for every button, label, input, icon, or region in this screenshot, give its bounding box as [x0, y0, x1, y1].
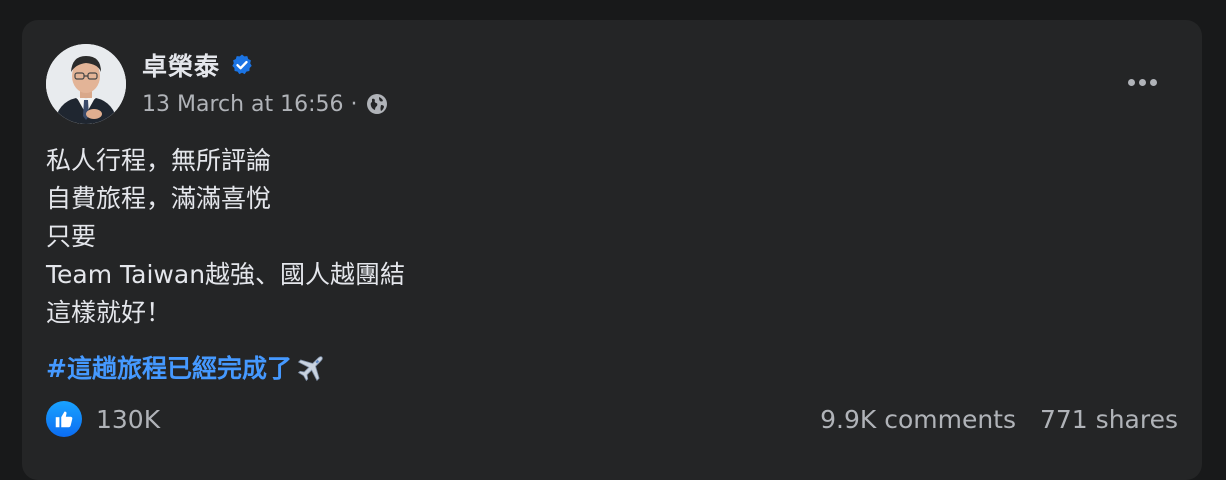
post-line: 這樣就好！	[46, 298, 172, 327]
post-timestamp[interactable]: 13 March at 16:56	[142, 92, 344, 117]
avatar-image	[46, 44, 126, 124]
author-avatar[interactable]	[46, 44, 126, 124]
airplane-icon	[296, 351, 328, 383]
author-name[interactable]: 卓榮泰	[142, 47, 220, 83]
verified-badge-icon	[230, 53, 254, 77]
hashtag-link[interactable]: #這趟旅程已經完成了	[46, 349, 292, 385]
post-line: 私人行程，無所評論	[46, 146, 272, 175]
author-row: 卓榮泰	[142, 47, 254, 83]
more-options-icon	[1127, 78, 1157, 86]
like-reaction-icon[interactable]	[46, 401, 82, 437]
globe-icon[interactable]	[365, 92, 389, 116]
post-meta: 13 March at 16:56 ·	[142, 88, 389, 120]
post-line: 只要	[46, 222, 97, 251]
post-line: 自費旅程，滿滿喜悅	[46, 184, 272, 213]
post-line: Team Taiwan越強、國人越團結	[46, 260, 406, 289]
hashtag-row: #這趟旅程已經完成了	[46, 348, 328, 386]
like-count[interactable]: 130K	[96, 405, 160, 434]
post-text: 私人行程，無所評論 自費旅程，滿滿喜悅 只要 Team Taiwan越強、國人越…	[46, 142, 405, 332]
meta-separator: ·	[350, 91, 358, 117]
comments-count[interactable]: 9.9K comments	[820, 405, 1016, 434]
post-card: 卓榮泰 13 March at 16:56 · 私人行程，無所評論 自費旅程，滿…	[22, 20, 1202, 480]
shares-count[interactable]: 771 shares	[1040, 405, 1178, 434]
more-options-button[interactable]	[1120, 64, 1164, 100]
reactions-bar: 130K 9.9K comments 771 shares	[46, 400, 1178, 438]
